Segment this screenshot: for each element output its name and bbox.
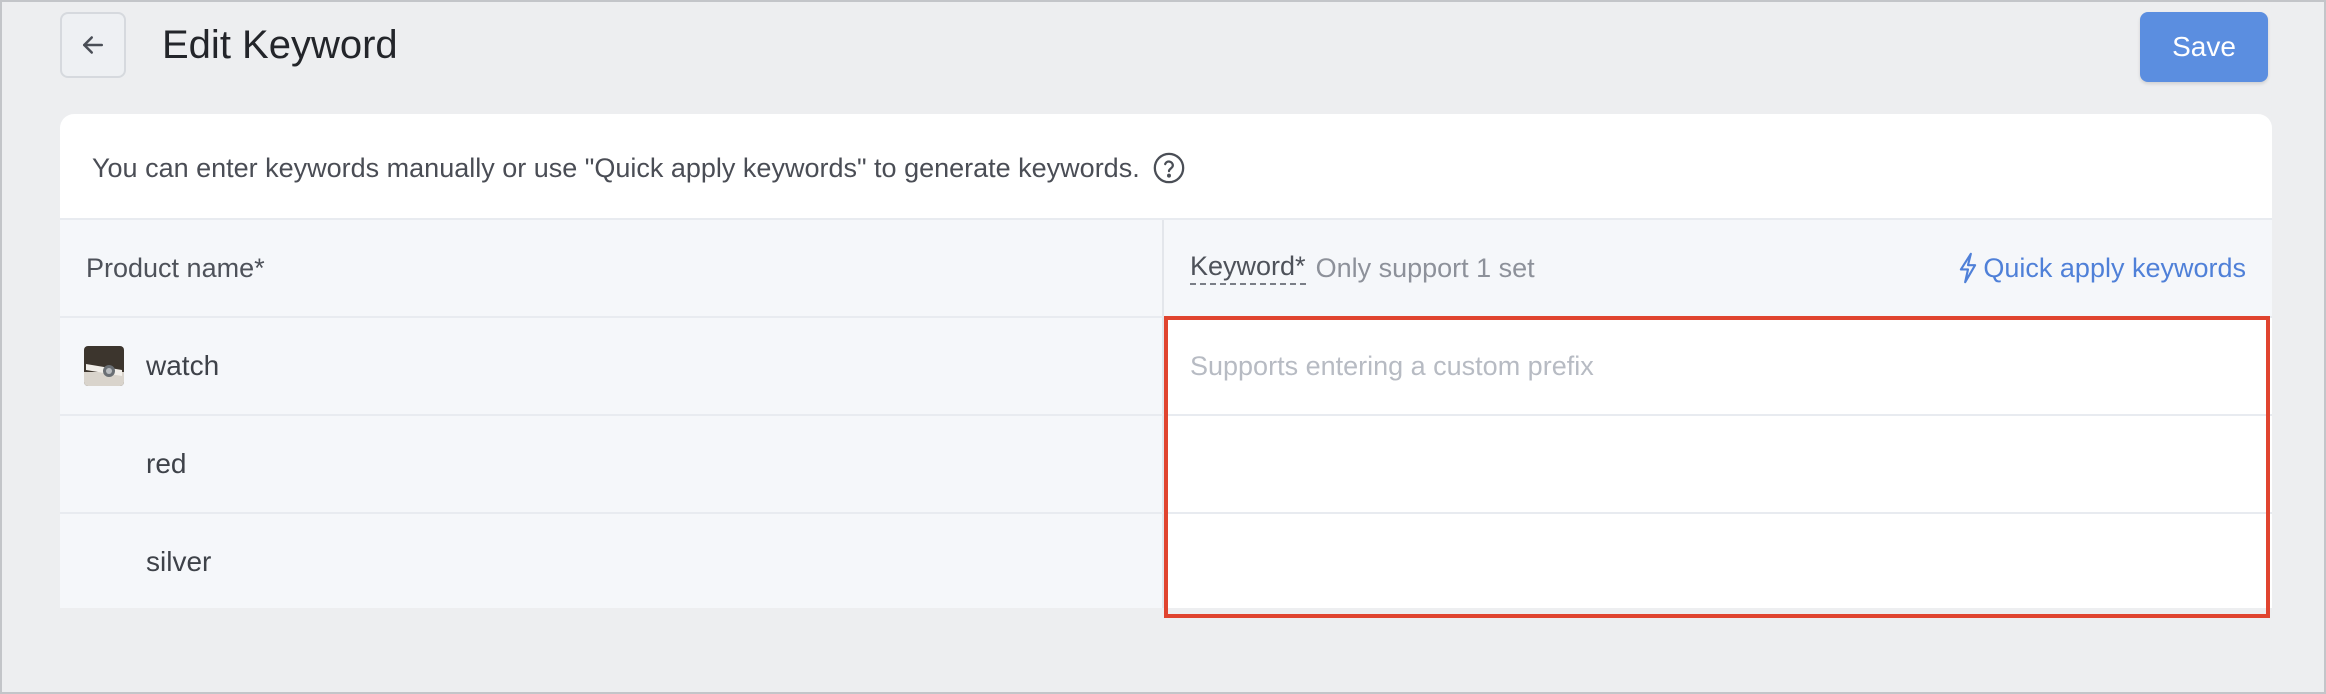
keyword-cell[interactable] xyxy=(1164,316,2272,414)
column-header-product: Product name* xyxy=(60,220,1164,316)
product-cell: watch xyxy=(60,316,1164,414)
table-row: silver xyxy=(60,512,2272,608)
arrow-left-icon xyxy=(83,36,103,54)
product-name: red xyxy=(146,448,187,479)
page-header: Edit Keyword Save xyxy=(60,12,2268,82)
product-cell: silver xyxy=(60,512,1164,608)
column-header-keyword: Keyword* Only support 1 set Quick apply … xyxy=(1164,220,2272,316)
keyword-table: Product name* Keyword* Only support 1 se… xyxy=(60,218,2272,608)
keyword-card: You can enter keywords manually or use "… xyxy=(60,114,2272,608)
keyword-cell[interactable] xyxy=(1164,414,2272,512)
column-header-keyword-label[interactable]: Keyword* xyxy=(1190,251,1306,285)
question-circle-icon[interactable] xyxy=(1152,151,1186,185)
product-name: silver xyxy=(146,546,212,577)
back-button[interactable] xyxy=(60,12,126,78)
keyword-cell[interactable] xyxy=(1164,512,2272,608)
column-header-product-label: Product name* xyxy=(86,252,265,283)
keyword-input[interactable] xyxy=(1190,336,2272,396)
table-row: red xyxy=(60,414,2272,512)
save-button[interactable]: Save xyxy=(2140,12,2268,82)
page-title: Edit Keyword xyxy=(162,23,398,67)
keyword-input[interactable] xyxy=(1190,532,2272,592)
info-row: You can enter keywords manually or use "… xyxy=(92,148,1186,188)
table-row: watch xyxy=(60,316,2272,414)
keyword-note: Only support 1 set xyxy=(1315,252,1535,283)
quick-apply-keywords-link[interactable]: Quick apply keywords xyxy=(1955,251,2246,285)
keyword-input[interactable] xyxy=(1190,434,2272,494)
lightning-bolt-icon xyxy=(1955,251,1981,285)
quick-apply-keywords-label: Quick apply keywords xyxy=(1983,252,2246,283)
product-cell: red xyxy=(60,414,1164,512)
product-thumbnail xyxy=(84,346,124,386)
info-text: You can enter keywords manually or use "… xyxy=(92,152,1140,183)
product-name: watch xyxy=(146,350,220,381)
